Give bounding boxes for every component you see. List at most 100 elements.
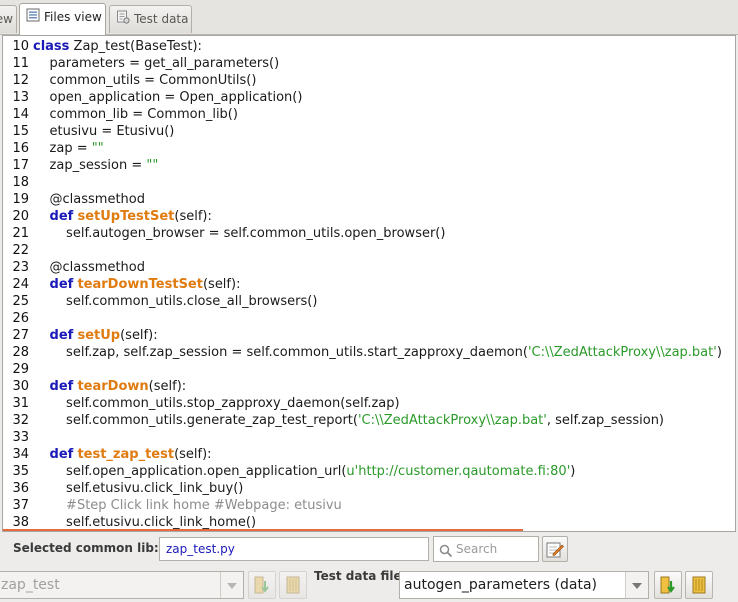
chevron-down-icon[interactable] — [625, 572, 648, 598]
open-book-icon — [692, 576, 706, 594]
code-text: self.open_application.open_application_u… — [29, 463, 575, 480]
code-text: @classmethod — [29, 191, 146, 208]
line-number: 21 — [12, 226, 29, 241]
add-test-data-button[interactable] — [654, 571, 682, 599]
code-token: test_zap_test — [77, 447, 175, 462]
code-token: self.autogen_browser = self.common_utils… — [33, 226, 446, 241]
tab-files-view[interactable]: Files view — [19, 3, 106, 35]
line-number: 29 — [12, 362, 29, 377]
code-token: 'C:\\ZedAttackProxy\\zap.bat' — [527, 345, 717, 360]
code-line[interactable]: 21 self.autogen_browser = self.common_ut… — [3, 225, 445, 242]
code-token: Zap_test(BaseTest): — [69, 39, 202, 54]
test-data-icon — [116, 7, 130, 33]
line-number: 27 — [12, 328, 29, 343]
code-line[interactable]: 32 self.common_utils.generate_zap_test_r… — [3, 412, 664, 429]
line-number: 25 — [12, 294, 29, 309]
code-line[interactable]: 13 open_application = Open_application() — [3, 89, 302, 106]
tab-test-data[interactable]: Test data — [109, 5, 192, 33]
code-token: ) — [570, 464, 576, 479]
class-select-combo[interactable]: zap_test — [0, 571, 244, 599]
code-token: class — [33, 39, 70, 54]
bottom-toolbar: zap_test Test data file: autogen_paramet… — [0, 566, 738, 602]
code-token: "" — [146, 158, 159, 173]
code-line[interactable]: 37 #Step Click link home #Webpage: etusi… — [3, 497, 342, 514]
class-select-value: zap_test — [1, 577, 60, 593]
line-number: 34 — [12, 447, 29, 462]
code-text: class Zap_test(BaseTest): — [29, 38, 202, 55]
code-text: #Step Click link home #Webpage: etusivu — [29, 497, 342, 514]
code-line[interactable]: 18 — [3, 174, 33, 191]
line-number: 15 — [12, 124, 29, 139]
file-list-icon — [26, 5, 40, 31]
test-data-file-label: Test data file: — [314, 569, 407, 583]
code-line[interactable]: 26 — [3, 310, 33, 327]
code-text: def tearDown(self): — [29, 378, 187, 395]
code-text: self.common_utils.close_all_browsers() — [29, 293, 317, 310]
code-token: self.etusivu.click_link_buy() — [33, 481, 244, 496]
line-number: 23 — [12, 260, 29, 275]
code-line[interactable]: 31 self.common_utils.stop_zapproxy_daemo… — [3, 395, 399, 412]
tab-view-partial[interactable]: ew — [0, 5, 17, 33]
add-class-button[interactable] — [248, 571, 276, 599]
selected-lib-field[interactable]: zap_test.py — [159, 537, 429, 561]
code-line[interactable]: 17 zap_session = "" — [3, 157, 158, 174]
code-line[interactable]: 14 common_lib = Common_lib() — [3, 106, 238, 123]
code-line[interactable]: 12 common_utils = CommonUtils() — [3, 72, 256, 89]
code-token: tearDownTestSet — [77, 277, 203, 292]
line-number: 36 — [12, 481, 29, 496]
open-class-button[interactable] — [279, 571, 307, 599]
code-line[interactable]: 24 def tearDownTestSet(self): — [3, 276, 240, 293]
code-token: (self): — [120, 328, 158, 343]
line-number: 14 — [12, 107, 29, 122]
line-number: 30 — [12, 379, 29, 394]
code-line[interactable]: 30 def tearDown(self): — [3, 378, 186, 395]
code-token: ) — [716, 345, 722, 360]
test-data-file-combo[interactable]: autogen_parameters (data) — [399, 571, 649, 599]
code-line[interactable]: 11 parameters = get_all_parameters() — [3, 55, 279, 72]
search-input[interactable]: Search — [433, 536, 539, 562]
code-text: self.common_utils.generate_zap_test_repo… — [29, 412, 664, 429]
common-lib-bar: Selected common lib: zap_test.py Search — [0, 532, 738, 566]
code-line[interactable]: 28 self.zap, self.zap_session = self.com… — [3, 344, 722, 361]
chevron-down-icon[interactable] — [220, 572, 243, 598]
code-text: zap = "" — [29, 140, 104, 157]
open-test-data-button[interactable] — [685, 571, 713, 599]
code-line[interactable]: 15 etusivu = Etusivu() — [3, 123, 174, 140]
code-text: common_lib = Common_lib() — [29, 106, 238, 123]
code-line[interactable]: 19 @classmethod — [3, 191, 145, 208]
add-arrow-icon — [254, 576, 269, 594]
code-line[interactable]: 33 — [3, 429, 33, 446]
code-editor[interactable]: 10 class Zap_test(BaseTest): 11 parameters… — [2, 35, 736, 532]
code-token: zap_session = — [33, 158, 147, 173]
code-token: (self): — [202, 277, 241, 292]
code-line[interactable]: 36 self.etusivu.click_link_buy() — [3, 480, 243, 497]
code-line[interactable]: 20 def setUpTestSet(self): — [3, 208, 211, 225]
code-token: etusivu = Etusivu() — [33, 124, 175, 139]
code-line[interactable]: 35 self.open_application.open_applicatio… — [3, 463, 575, 480]
line-number: 13 — [12, 90, 29, 105]
code-token: self.common_utils.close_all_browsers() — [33, 294, 318, 309]
code-line[interactable]: 16 zap = "" — [3, 140, 104, 157]
code-line[interactable]: 27 def setUp(self): — [3, 327, 158, 344]
tab-files-label: Files view — [44, 10, 102, 24]
code-line[interactable]: 22 — [3, 242, 33, 259]
code-line[interactable]: 23 @classmethod — [3, 259, 145, 276]
code-token: self.etusivu.click_link_home() — [33, 515, 257, 530]
code-token: open_application = Open_application() — [33, 90, 303, 105]
line-number: 16 — [12, 141, 29, 156]
line-number: 31 — [12, 396, 29, 411]
code-line[interactable]: 10 class Zap_test(BaseTest): — [3, 38, 202, 55]
code-text: self.zap, self.zap_session = self.common… — [29, 344, 722, 361]
code-token: @classmethod — [33, 260, 146, 275]
code-line[interactable]: 34 def test_zap_test(self): — [3, 446, 211, 463]
code-line[interactable]: 29 — [3, 361, 33, 378]
code-token: (self): — [148, 379, 187, 394]
line-number: 37 — [12, 498, 29, 513]
code-text: self.etusivu.click_link_home() — [29, 514, 256, 531]
code-line[interactable]: 25 self.common_utils.close_all_browsers(… — [3, 293, 317, 310]
code-line[interactable]: 38 self.etusivu.click_link_home() — [3, 514, 256, 531]
edit-button[interactable] — [542, 536, 568, 562]
